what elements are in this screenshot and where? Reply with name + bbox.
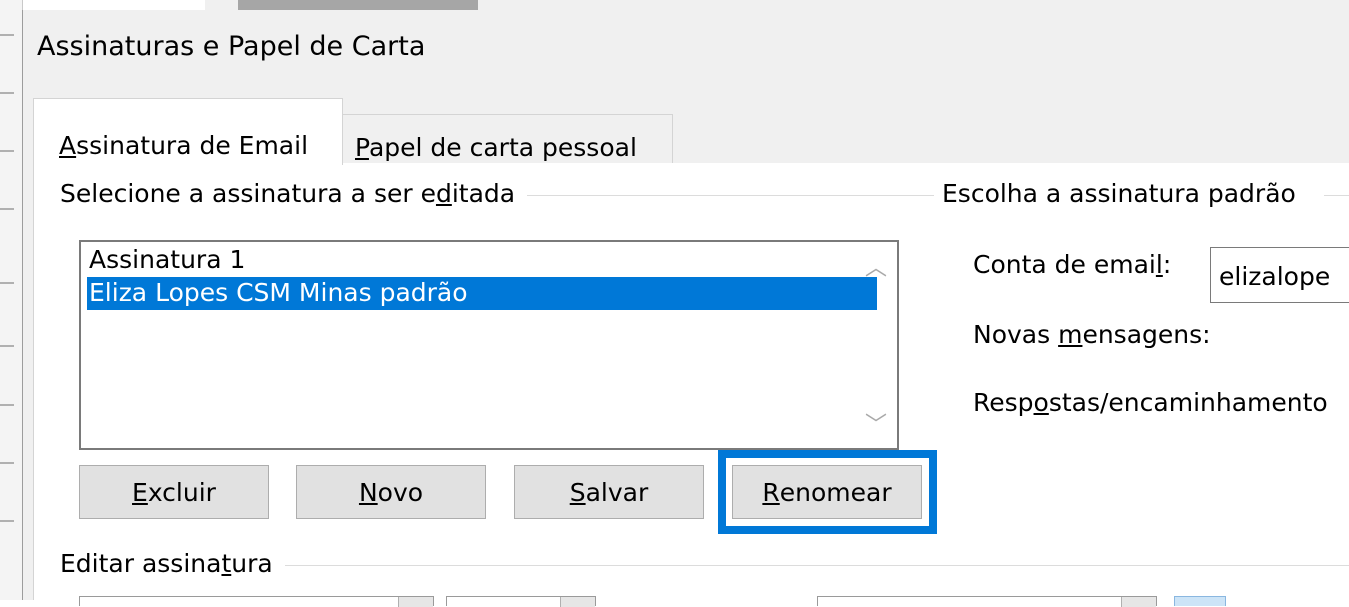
signature-item-eliza-lopes[interactable]: Eliza Lopes CSM Minas padrão (87, 277, 877, 310)
account-label: Conta de email: (973, 250, 1172, 279)
chevron-up-icon[interactable]: ︿ (865, 250, 887, 282)
email-signature-panel: Selecione a assinatura a ser editada Ass… (33, 163, 1349, 607)
tab-personal-stationery-key: P (355, 133, 369, 162)
chevron-down-icon (560, 597, 595, 607)
tab-personal-stationery[interactable]: Papel de carta pessoal (343, 114, 673, 164)
account-select[interactable]: elizalope (1210, 247, 1349, 303)
select-signature-group-label: Selecione a assinatura a ser editada (60, 179, 528, 208)
edit-signature-group-label: Editar assinatura (60, 549, 285, 578)
replies-forwards-label: Respostas/encaminhamento (973, 388, 1328, 417)
delete-button[interactable]: Excluir (79, 465, 269, 519)
new-messages-label: Novas mensagens: (973, 320, 1211, 349)
signature-list[interactable]: Assinatura 1 Eliza Lopes CSM Minas padrã… (79, 240, 899, 450)
tab-email-signature[interactable]: Assinatura de Email (33, 98, 343, 165)
signature-item-assinatura-1[interactable]: Assinatura 1 (87, 244, 245, 277)
background-scroll-thumb (238, 0, 478, 10)
chevron-down-icon[interactable]: ﹀ (865, 407, 887, 439)
defaults-group-line (1324, 195, 1349, 196)
background-window-edge (0, 0, 23, 600)
rename-button[interactable]: Renomear (732, 465, 922, 519)
chevron-down-icon (398, 597, 433, 607)
signatures-dialog: Assinaturas e Papel de Carta Assinatura … (22, 10, 1349, 607)
dialog-title: Assinaturas e Papel de Carta (37, 31, 426, 62)
tab-email-signature-label: ssinatura de Email (76, 131, 309, 160)
font-name-select[interactable] (79, 596, 434, 607)
format-toggle-button[interactable] (1174, 596, 1226, 606)
font-size-select[interactable] (446, 596, 596, 607)
tab-personal-stationery-label: apel de carta pessoal (368, 133, 637, 162)
save-button[interactable]: Salvar (514, 465, 704, 519)
font-color-select[interactable] (817, 596, 1157, 607)
new-button[interactable]: Novo (296, 465, 486, 519)
default-signature-group-label: Escolha a assinatura padrão (942, 179, 1308, 208)
chevron-down-icon (1121, 597, 1156, 607)
tab-email-signature-key: A (59, 131, 77, 160)
